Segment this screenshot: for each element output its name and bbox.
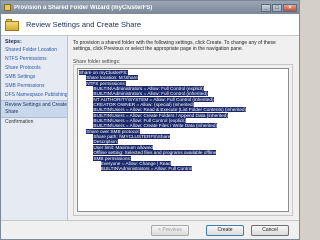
summary-line-text: BUILTIN\Administrators = Allow: Full Con… [100, 166, 193, 172]
summary-line-text: Share location: M:\Share [86, 75, 138, 81]
summary-line-text: BUILTIN\Users = Allow: Create Files / Wr… [93, 123, 218, 129]
steps-pane: Steps: Shared Folder Location NTFS Permis… [1, 36, 68, 220]
summary-line-text: Share path: \\MYCLUSTERFS\Share [93, 134, 171, 140]
minimize-button[interactable]: _ [261, 3, 271, 12]
summary-line: BUILTIN\Administrators = Allow: Full Con… [79, 166, 288, 172]
step-ntfs-permissions[interactable]: NTFS Permissions [1, 55, 67, 64]
instruction-text: To provision a shared folder with the fo… [73, 40, 276, 52]
summary-line-text: Share on myClusterFS: [79, 70, 128, 75]
step-share-protocols[interactable]: Share Protocols [1, 64, 67, 73]
summary-line-text: Description: [93, 139, 119, 145]
app-icon [4, 4, 11, 11]
step-confirmation: Confirmation [5, 119, 34, 125]
summary-line-text: NT AUTHORITY\SYSTEM = Allow: Full Contro… [93, 96, 214, 102]
cancel-button[interactable]: Cancel [251, 225, 289, 236]
step-smb-settings[interactable]: SMB Settings [1, 73, 67, 82]
folder-icon [5, 18, 21, 32]
step-dfs-namespace-publishing[interactable]: DFS Namespace Publishing [1, 91, 67, 100]
wizard-header: Review Settings and Create Share [1, 14, 299, 36]
summary-line-text: Everyone = Allow: Change | Read [100, 160, 171, 166]
settings-summary-textbox[interactable]: Share on myClusterFS: Share location: M:\… [77, 68, 289, 212]
page-title: Review Settings and Create Share [26, 20, 142, 29]
summary-line-text: BUILTIN\Users = Allow: Create Folders / … [93, 112, 228, 118]
step-shared-folder-location[interactable]: Shared Folder Location [1, 46, 67, 55]
settings-group: Share on myClusterFS: Share location: M:\… [73, 64, 293, 216]
summary-line-text: Share over SMB protocol: [86, 128, 140, 134]
create-button[interactable]: Create [206, 225, 244, 236]
summary-line-text: SMB permissions: [93, 155, 132, 161]
summary-line-text: BUILTIN\Users = Allow: Full Control (exp… [93, 118, 187, 124]
previous-button[interactable]: < Previous [151, 225, 189, 236]
content-pane: To provision a shared folder with the fo… [69, 36, 298, 220]
summary-line-text: BUILTIN\Users = Allow: Read & Execute (L… [93, 107, 247, 113]
wizard-window: Provision a Shared Folder Wizard (myClus… [0, 0, 300, 240]
window-title: Provision a Shared Folder Wizard (myClus… [14, 4, 153, 11]
step-review-settings-and-create-share[interactable]: Review Settings and Create Share [1, 100, 67, 118]
summary-line-text: BUILTIN\Administrators = Allow: Full Con… [93, 86, 204, 92]
summary-line-text: NTFS permissions: [86, 80, 127, 86]
summary-line-text: Offline setting: Selected files and prog… [93, 150, 217, 156]
steps-heading: Steps: [5, 39, 22, 45]
button-bar: < Previous Create Cancel [1, 220, 299, 239]
close-button[interactable]: × [283, 3, 297, 12]
step-smb-permissions[interactable]: SMB Permissions [1, 82, 67, 91]
summary-line-text: User limit: Maximum allowed [93, 144, 154, 150]
summary-line-text: CREATOR OWNER = Allow: (special) (inheri… [93, 102, 195, 108]
maximize-button[interactable]: □ [272, 3, 282, 12]
summary-line-text: BUILTIN\Administrators = Allow: Full Con… [93, 91, 208, 97]
title-bar[interactable]: Provision a Shared Folder Wizard (myClus… [1, 1, 299, 14]
